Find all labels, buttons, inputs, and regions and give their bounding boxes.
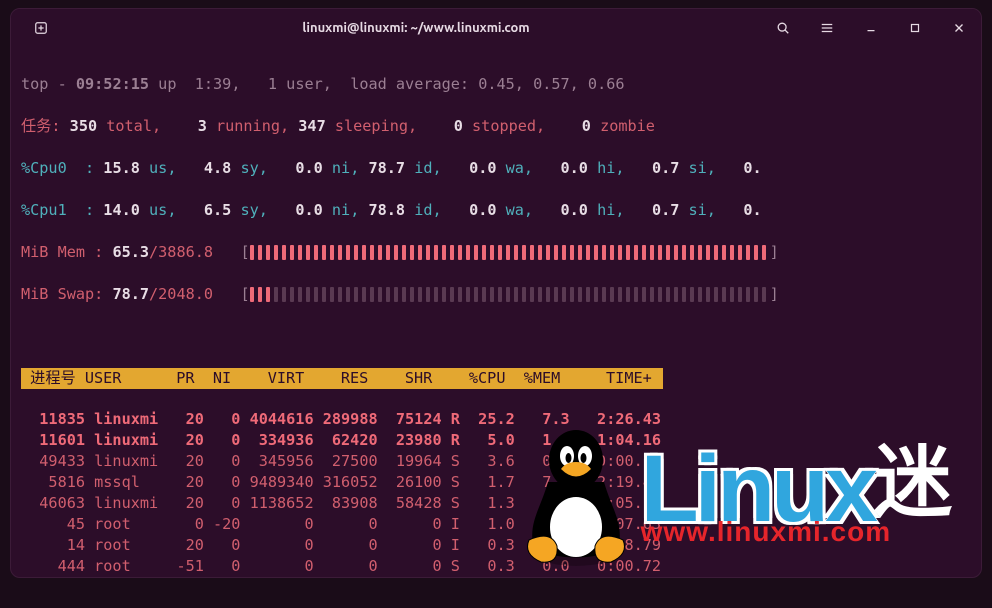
tasks-line: 任务: 350 total, 3 running, 347 sleeping, …	[21, 116, 971, 137]
table-row: 46063 linuxmi 20 0 1138652 83908 58428 S…	[21, 493, 971, 514]
cpu0-line: %Cpu0 : 15.8 us, 4.8 sy, 0.0 ni, 78.7 id…	[21, 158, 971, 179]
search-button[interactable]	[761, 9, 805, 47]
menu-button[interactable]	[805, 9, 849, 47]
mem-usage-bar	[250, 244, 770, 260]
swap-usage-bar	[250, 286, 770, 302]
titlebar: linuxmi@linuxmi: ~/www.linuxmi.com	[11, 9, 981, 47]
maximize-button[interactable]	[893, 9, 937, 47]
terminal-content[interactable]: top - 09:52:15 up 1:39, 1 user, load ave…	[11, 47, 981, 578]
blank-line	[21, 326, 971, 347]
cpu1-line: %Cpu1 : 14.0 us, 6.5 sy, 0.0 ni, 78.8 id…	[21, 200, 971, 221]
terminal-window: linuxmi@linuxmi: ~/www.linuxmi.com	[10, 8, 982, 578]
table-row: 45 root 0 -20 0 0 0 I 1.0 0.0 2:07.63	[21, 514, 971, 535]
mem-line: MiB Mem : 65.3/3886.8 []	[21, 242, 971, 263]
table-row: 5816 mssql 20 0 9489340 316052 26100 S 1…	[21, 472, 971, 493]
table-row: 11835 linuxmi 20 0 4044616 289988 75124 …	[21, 409, 971, 430]
process-header: 进程号 USER PR NI VIRT RES SHR %CPU %MEM TI…	[21, 368, 971, 389]
top-summary-line: top - 09:52:15 up 1:39, 1 user, load ave…	[21, 74, 971, 95]
table-row: 49433 linuxmi 20 0 345956 27500 19964 S …	[21, 451, 971, 472]
swap-line: MiB Swap: 78.7/2048.0 []	[21, 284, 971, 305]
table-row: 11601 linuxmi 20 0 334936 62420 23980 R …	[21, 430, 971, 451]
window-title: linuxmi@linuxmi: ~/www.linuxmi.com	[71, 21, 761, 35]
process-list: 11835 linuxmi 20 0 4044616 289988 75124 …	[21, 409, 971, 578]
table-row: 14 root 20 0 0 0 0 I 0.3 0.0 0:08.79	[21, 535, 971, 556]
new-tab-button[interactable]	[19, 9, 63, 47]
table-row: 444 root -51 0 0 0 0 S 0.3 0.0 0:00.72	[21, 556, 971, 577]
table-row: 1141 root 20 0 242936 6 5 2 S .3 0.0 0:0…	[21, 577, 971, 578]
close-button[interactable]	[937, 9, 981, 47]
minimize-button[interactable]	[849, 9, 893, 47]
